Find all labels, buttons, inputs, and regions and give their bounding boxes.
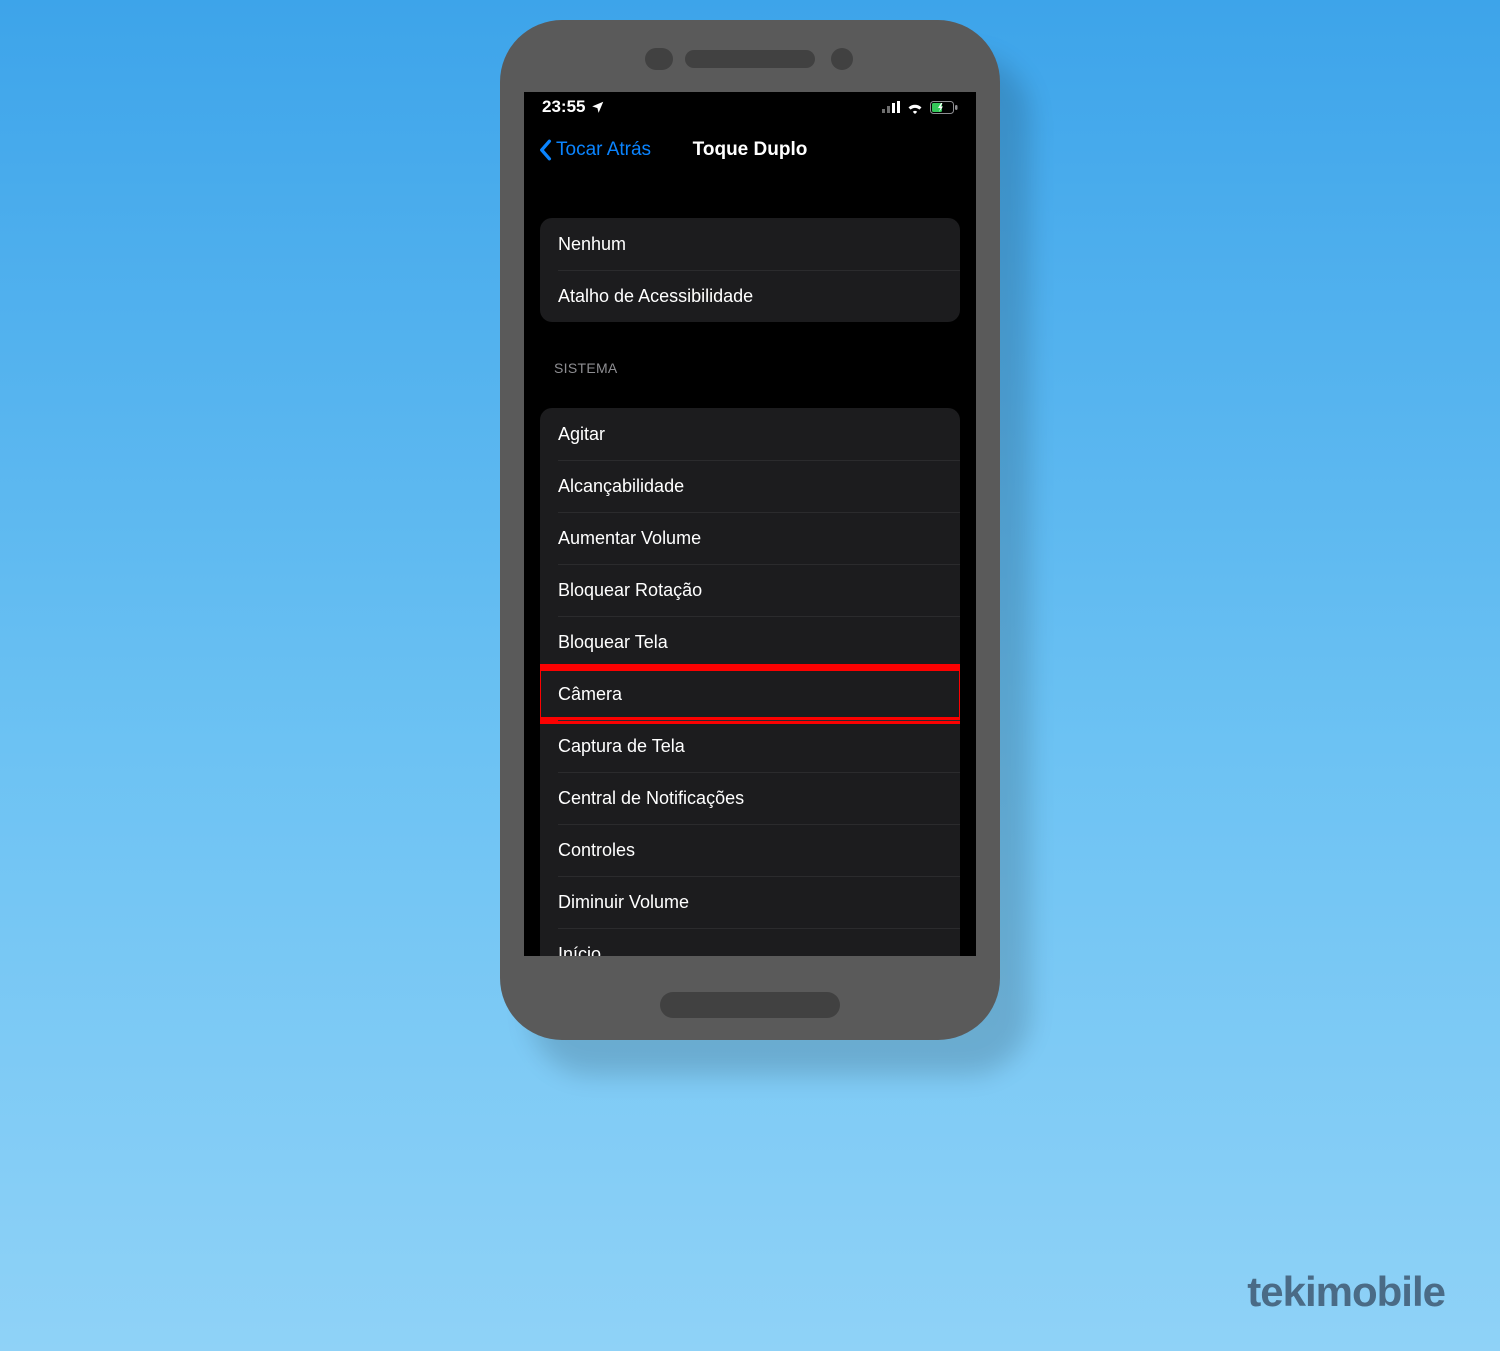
phone-speaker bbox=[685, 50, 815, 68]
option-reachability[interactable]: Alcançabilidade bbox=[540, 460, 960, 512]
status-time: 23:55 bbox=[542, 97, 585, 117]
section-header-system: SISTEMA bbox=[554, 360, 956, 376]
option-label: Alcançabilidade bbox=[558, 476, 684, 497]
location-icon bbox=[591, 100, 605, 114]
option-label: Atalho de Acessibilidade bbox=[558, 286, 753, 307]
option-label: Diminuir Volume bbox=[558, 892, 689, 913]
option-label: Controles bbox=[558, 840, 635, 861]
back-button[interactable]: Tocar Atrás bbox=[538, 139, 651, 161]
battery-icon bbox=[930, 101, 958, 114]
option-shake[interactable]: Agitar bbox=[540, 408, 960, 460]
wifi-icon bbox=[906, 101, 924, 114]
page-title: Toque Duplo bbox=[693, 139, 808, 161]
group-top: Nenhum Atalho de Acessibilidade bbox=[540, 218, 960, 322]
back-label: Tocar Atrás bbox=[556, 139, 651, 161]
option-label: Nenhum bbox=[558, 234, 626, 255]
option-none[interactable]: Nenhum bbox=[540, 218, 960, 270]
option-accessibility-shortcut[interactable]: Atalho de Acessibilidade bbox=[540, 270, 960, 322]
option-screenshot[interactable]: Captura de Tela bbox=[540, 720, 960, 772]
phone-frame: 23:55 bbox=[500, 20, 1000, 1040]
option-lock-screen[interactable]: Bloquear Tela bbox=[540, 616, 960, 668]
option-home[interactable]: Início bbox=[540, 928, 960, 956]
nav-header: Tocar Atrás Toque Duplo bbox=[524, 122, 976, 178]
option-label: Aumentar Volume bbox=[558, 528, 701, 549]
option-label: Câmera bbox=[558, 684, 622, 705]
option-lock-rotation[interactable]: Bloquear Rotação bbox=[540, 564, 960, 616]
option-label: Agitar bbox=[558, 424, 605, 445]
option-label: Bloquear Rotação bbox=[558, 580, 702, 601]
status-right bbox=[882, 101, 958, 114]
group-system: Agitar Alcançabilidade Aumentar Volume B… bbox=[540, 408, 960, 956]
phone-camera-dot bbox=[831, 48, 853, 70]
status-bar: 23:55 bbox=[524, 92, 976, 122]
status-left: 23:55 bbox=[542, 97, 605, 117]
option-notification-center[interactable]: Central de Notificações bbox=[540, 772, 960, 824]
phone-home-pill bbox=[660, 992, 840, 1018]
phone-screen: 23:55 bbox=[524, 92, 976, 956]
phone-sensor-dot bbox=[645, 48, 673, 70]
settings-list[interactable]: Nenhum Atalho de Acessibilidade SISTEMA … bbox=[524, 178, 976, 956]
option-volume-down[interactable]: Diminuir Volume bbox=[540, 876, 960, 928]
chevron-left-icon bbox=[538, 139, 552, 161]
option-label: Bloquear Tela bbox=[558, 632, 668, 653]
watermark-label: tekimobile bbox=[1247, 1268, 1445, 1316]
option-label: Início bbox=[558, 944, 601, 957]
option-label: Captura de Tela bbox=[558, 736, 685, 757]
option-camera[interactable]: Câmera bbox=[540, 668, 960, 720]
option-controls[interactable]: Controles bbox=[540, 824, 960, 876]
option-label: Central de Notificações bbox=[558, 788, 744, 809]
option-volume-up[interactable]: Aumentar Volume bbox=[540, 512, 960, 564]
cellular-icon bbox=[882, 101, 900, 113]
